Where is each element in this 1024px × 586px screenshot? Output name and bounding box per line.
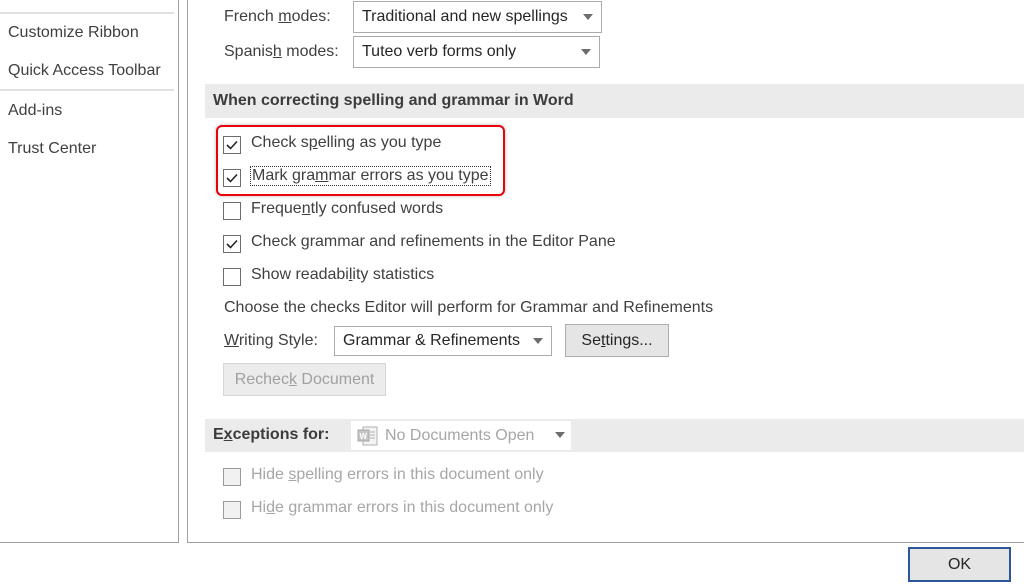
label-text: tly confused words — [310, 200, 444, 217]
label-text: Show readabi — [251, 266, 349, 283]
spanish-modes-label: Spanish modes: — [224, 43, 339, 61]
checkbox[interactable] — [223, 136, 241, 154]
accelerator-key: h — [272, 43, 282, 60]
label-text: French — [224, 8, 279, 25]
spanish-modes-dropdown[interactable]: Tuteo verb forms only — [353, 36, 600, 68]
label-text: Hi — [251, 499, 267, 516]
writing-style-value: Grammar & Refinements — [343, 332, 520, 349]
ok-button[interactable]: OK — [908, 547, 1011, 582]
svg-text:W: W — [360, 432, 368, 441]
checkbox[interactable] — [223, 268, 241, 286]
nav-separator — [0, 12, 174, 14]
checkbox-label: Show readability statistics — [251, 266, 434, 284]
chevron-down-icon — [583, 14, 593, 20]
checkbox[interactable] — [223, 202, 241, 220]
checkbox-label: Frequently confused words — [251, 200, 443, 218]
checkbox[interactable] — [223, 501, 241, 519]
nav-separator — [0, 89, 174, 91]
label-text: riting Style: — [238, 332, 318, 349]
exceptions-label: Exceptions for: — [213, 426, 329, 444]
settings-button[interactable]: Settings... — [565, 324, 669, 357]
accelerator-key: W — [224, 332, 239, 349]
label-text: Check s — [251, 134, 309, 151]
nav-item-customize-ribbon[interactable]: Customize Ribbon — [8, 24, 139, 42]
label-text: ceptions for: — [232, 426, 330, 443]
accelerator-key: n — [301, 200, 311, 217]
checkmark-icon — [226, 239, 238, 249]
spanish-modes-value: Tuteo verb forms only — [362, 43, 517, 60]
accelerator-key: x — [223, 426, 233, 443]
accelerator-key: d — [266, 499, 276, 516]
label-text: tings... — [605, 332, 653, 349]
checkbox-label: Hide spelling errors in this document on… — [251, 466, 544, 484]
options-nav-pane: Customize Ribbon Quick Access Toolbar Ad… — [0, 0, 179, 543]
nav-item-trust-center[interactable]: Trust Center — [8, 140, 96, 158]
checkbox[interactable] — [223, 468, 241, 486]
nav-item-add-ins[interactable]: Add-ins — [8, 102, 62, 120]
label-text: ity statistics — [352, 266, 435, 283]
checkbox[interactable] — [223, 235, 241, 253]
accelerator-key: m — [315, 167, 329, 184]
checkmark-icon — [226, 140, 238, 150]
french-modes-label: French modes: — [224, 8, 331, 26]
label-text: Hide — [251, 466, 289, 483]
label-text: Document — [296, 371, 375, 388]
label-text: e grammar errors in this document only — [275, 499, 554, 516]
label-text: pelling errors in this document only — [296, 466, 544, 483]
label-text: E — [213, 426, 224, 443]
exceptions-header: Exceptions for: W No Documents Open — [205, 419, 1024, 452]
label-text: mar errors as you type — [328, 167, 489, 184]
writing-style-dropdown[interactable]: Grammar & Refinements — [334, 326, 552, 356]
chevron-down-icon — [581, 49, 591, 55]
label-text: Rechec — [234, 371, 289, 388]
checkbox-label: Mark grammar errors as you type — [250, 166, 491, 186]
label-text: odes: — [291, 8, 331, 25]
french-modes-value: Traditional and new spellings — [362, 8, 568, 25]
checkmark-icon — [226, 173, 238, 183]
accelerator-key: p — [308, 134, 318, 151]
accelerator-key: k — [288, 371, 297, 388]
exceptions-document-dropdown[interactable]: W No Documents Open — [351, 421, 571, 450]
checkbox-label: Check spelling as you type — [251, 134, 441, 152]
chevron-down-icon — [533, 338, 543, 344]
checkbox-label: Check grammar and refinements in the Edi… — [251, 233, 616, 250]
word-document-icon: W — [357, 426, 378, 446]
recheck-document-button[interactable]: Recheck Document — [223, 363, 386, 396]
label-text: Spanis — [224, 43, 273, 60]
writing-style-label: Writing Style: — [224, 332, 318, 350]
label-text: Freque — [251, 200, 302, 217]
french-modes-dropdown[interactable]: Traditional and new spellings — [353, 1, 602, 33]
nav-item-quick-access-toolbar[interactable]: Quick Access Toolbar — [8, 62, 161, 80]
label-text: Se — [581, 332, 601, 349]
checkbox[interactable] — [223, 169, 241, 187]
label-text: elling as you type — [317, 134, 442, 151]
accelerator-key: m — [278, 8, 292, 25]
editor-checks-description: Choose the checks Editor will perform fo… — [224, 299, 714, 316]
label-text: Mark gra — [252, 167, 316, 184]
section-header: When correcting spelling and grammar in … — [205, 84, 1024, 118]
exceptions-document-value: No Documents Open — [385, 427, 535, 444]
label-text: modes: — [281, 43, 339, 60]
chevron-down-icon — [555, 432, 565, 438]
checkbox-label: Hide grammar errors in this document onl… — [251, 499, 553, 517]
